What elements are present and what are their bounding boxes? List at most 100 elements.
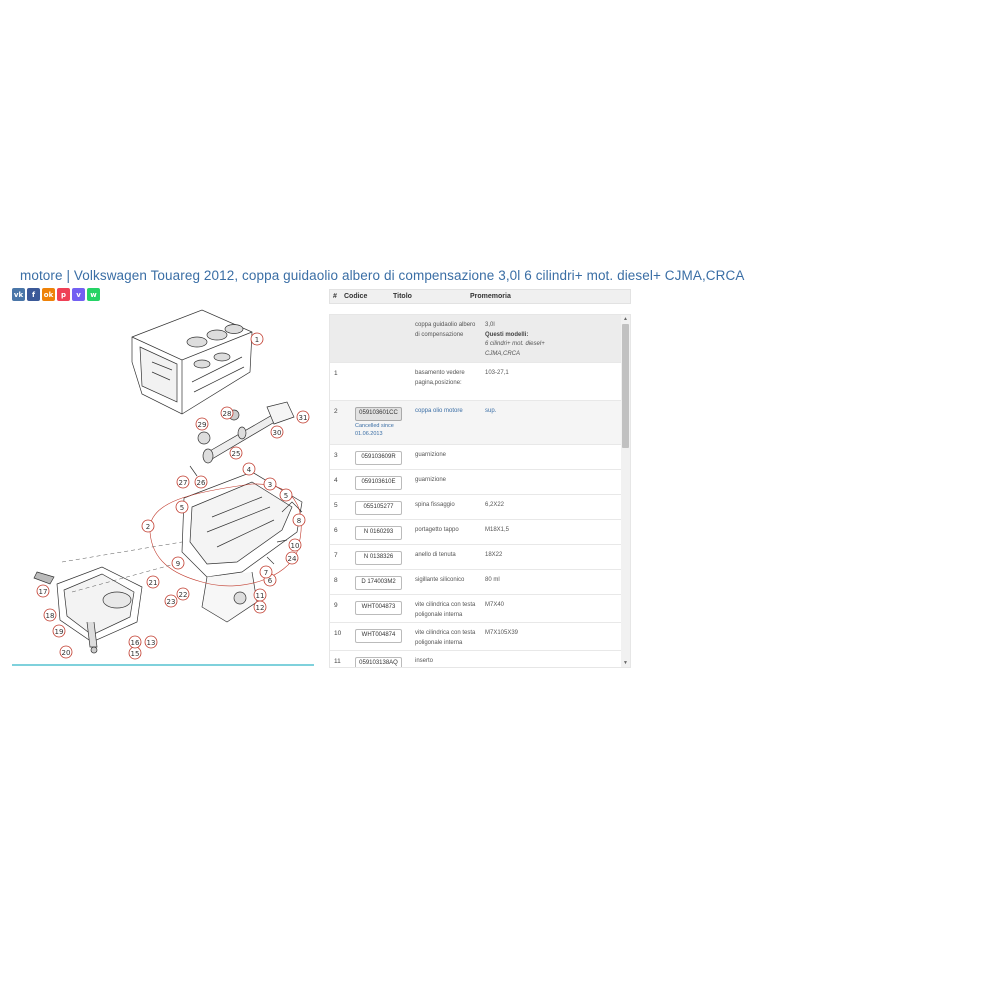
- part-code-button[interactable]: 059103609R: [355, 451, 402, 465]
- header-code: Codice: [344, 293, 368, 300]
- part-code-button[interactable]: N 0138326: [355, 551, 402, 565]
- callout-22: 22: [179, 591, 188, 599]
- group-memo-label: Questi modelli:: [485, 331, 529, 338]
- callout-10: 10: [291, 542, 300, 550]
- callout-6: 6: [268, 577, 273, 585]
- row-title: anello di tenuta: [415, 552, 456, 558]
- share-bar: vk f ok p v w: [12, 288, 100, 301]
- callout-5b: 5: [284, 492, 288, 500]
- table-row[interactable]: 8 D 174003M2 sigillante siliconico 80 ml: [330, 570, 622, 595]
- row-title: vite cilindrica con testa poligonale int…: [415, 602, 476, 618]
- part-code-button[interactable]: 059103601CC: [355, 407, 402, 421]
- table-row[interactable]: 10 WHT004874 vite cilindrica con testa p…: [330, 623, 622, 651]
- row-title: portagetto tappo: [415, 527, 459, 533]
- table-header: # Codice Titolo Promemoria: [329, 289, 631, 304]
- pocket-icon[interactable]: p: [57, 288, 70, 301]
- table-row[interactable]: 9 WHT004873 vite cilindrica con testa po…: [330, 595, 622, 623]
- table-row[interactable]: 5 055105277 spina fissaggio 6,2X22: [330, 495, 622, 520]
- callout-25: 25: [232, 450, 241, 458]
- callout-23: 23: [167, 598, 176, 606]
- row-memo: 103-27,1: [485, 370, 509, 376]
- row-num: 1: [334, 370, 338, 377]
- row-title: basamento vedere pagina,posizione:: [415, 370, 465, 386]
- vk-icon[interactable]: vk: [12, 288, 25, 301]
- callout-19: 19: [55, 628, 64, 636]
- row-title: sigillante siliconico: [415, 577, 465, 583]
- callout-5a: 5: [180, 504, 184, 512]
- row-title: guarnizione: [415, 477, 447, 483]
- part-code-button[interactable]: N 0160293: [355, 526, 402, 540]
- parts-diagram: 1 2 3 4 5 5 6 7 8 9 10 11 12 13 15 16 17…: [33, 309, 310, 660]
- table-scrollbar[interactable]: ▲ ▼: [621, 315, 630, 667]
- cancelled-note: Cancelled since 01.06.2013: [355, 423, 394, 437]
- callout-8: 8: [297, 517, 301, 525]
- header-title: Titolo: [393, 293, 412, 300]
- scroll-thumb[interactable]: [622, 324, 629, 448]
- header-num: #: [333, 293, 337, 300]
- group-memo-models: 6 cilindri+ mot. diesel+ CJMA,CRCA: [485, 341, 545, 357]
- row-num: 7: [334, 552, 338, 559]
- callout-26: 26: [197, 479, 206, 487]
- row-title-link[interactable]: coppa olio motore: [415, 407, 481, 417]
- table-row[interactable]: 6 N 0160293 portagetto tappo M18X1,5: [330, 520, 622, 545]
- part-code-button[interactable]: 055105277: [355, 501, 402, 515]
- part-code-button[interactable]: D 174003M2: [355, 576, 402, 590]
- callout-28: 28: [223, 410, 232, 418]
- row-num: 8: [334, 577, 338, 584]
- scroll-up-icon[interactable]: ▲: [621, 315, 630, 323]
- callout-3: 3: [268, 481, 272, 489]
- callout-11: 11: [256, 592, 265, 600]
- table-row[interactable]: 3 059103609R guarnizione: [330, 445, 622, 470]
- table-row[interactable]: 7 N 0138326 anello di tenuta 18X22: [330, 545, 622, 570]
- callout-31: 31: [299, 414, 308, 422]
- odnoklassniki-icon[interactable]: ok: [42, 288, 55, 301]
- callout-29: 29: [198, 421, 207, 429]
- callout-1: 1: [255, 336, 259, 344]
- row-title: vite cilindrica con testa poligonale int…: [415, 630, 476, 646]
- callout-2: 2: [146, 523, 150, 531]
- callout-12: 12: [256, 604, 265, 612]
- balance-shaft-drawing: [189, 401, 295, 477]
- callout-30: 30: [273, 429, 282, 437]
- row-memo-link[interactable]: sup.: [485, 407, 563, 417]
- parts-table-rows: coppa guidaolio albero di compensazione …: [330, 315, 622, 667]
- part-code-button[interactable]: 059103610E: [355, 476, 402, 490]
- part-code-button[interactable]: WHT004873: [355, 601, 402, 615]
- row-title: guarnizione: [415, 452, 447, 458]
- row-memo: 18X22: [485, 552, 503, 558]
- callout-24: 24: [288, 555, 297, 563]
- table-row[interactable]: 1 basamento vedere pagina,posizione: 103…: [330, 363, 622, 401]
- callout-20: 20: [62, 649, 71, 657]
- table-row[interactable]: 4 059103610E guarnizione: [330, 470, 622, 495]
- parts-table[interactable]: coppa guidaolio albero di compensazione …: [329, 314, 631, 668]
- callout-4: 4: [247, 466, 252, 474]
- table-row[interactable]: 11 059103138AQ inserto: [330, 651, 622, 667]
- viber-icon[interactable]: v: [72, 288, 85, 301]
- row-memo: 6,2X22: [485, 502, 505, 508]
- callout-9: 9: [176, 560, 180, 568]
- scroll-down-icon[interactable]: ▼: [621, 659, 630, 667]
- row-title: inserto: [415, 658, 434, 664]
- callout-15: 15: [131, 650, 140, 658]
- row-memo: M7X105X39: [485, 630, 519, 636]
- whatsapp-icon[interactable]: w: [87, 288, 100, 301]
- callout-13: 13: [147, 639, 156, 647]
- row-num: 11: [334, 658, 341, 665]
- callout-21: 21: [149, 579, 158, 587]
- row-num: 2: [334, 408, 338, 415]
- row-num: 9: [334, 602, 338, 609]
- table-row[interactable]: 2 059103601CC Cancelled since 01.06.2013…: [330, 401, 622, 445]
- row-memo: 80 ml: [485, 577, 500, 583]
- part-code-button[interactable]: 059103138AQ: [355, 657, 402, 667]
- header-memo: Promemoria: [470, 293, 511, 300]
- callout-18: 18: [46, 612, 55, 620]
- row-num: 5: [334, 502, 338, 509]
- callout-27: 27: [179, 479, 188, 487]
- group-title: coppa guidaolio albero di compensazione: [415, 322, 476, 338]
- row-memo: M18X1,5: [485, 527, 510, 533]
- row-memo: M7X40: [485, 602, 505, 608]
- facebook-icon[interactable]: f: [27, 288, 40, 301]
- row-num: 6: [334, 527, 338, 534]
- row-title: spina fissaggio: [415, 502, 455, 508]
- part-code-button[interactable]: WHT004874: [355, 629, 402, 643]
